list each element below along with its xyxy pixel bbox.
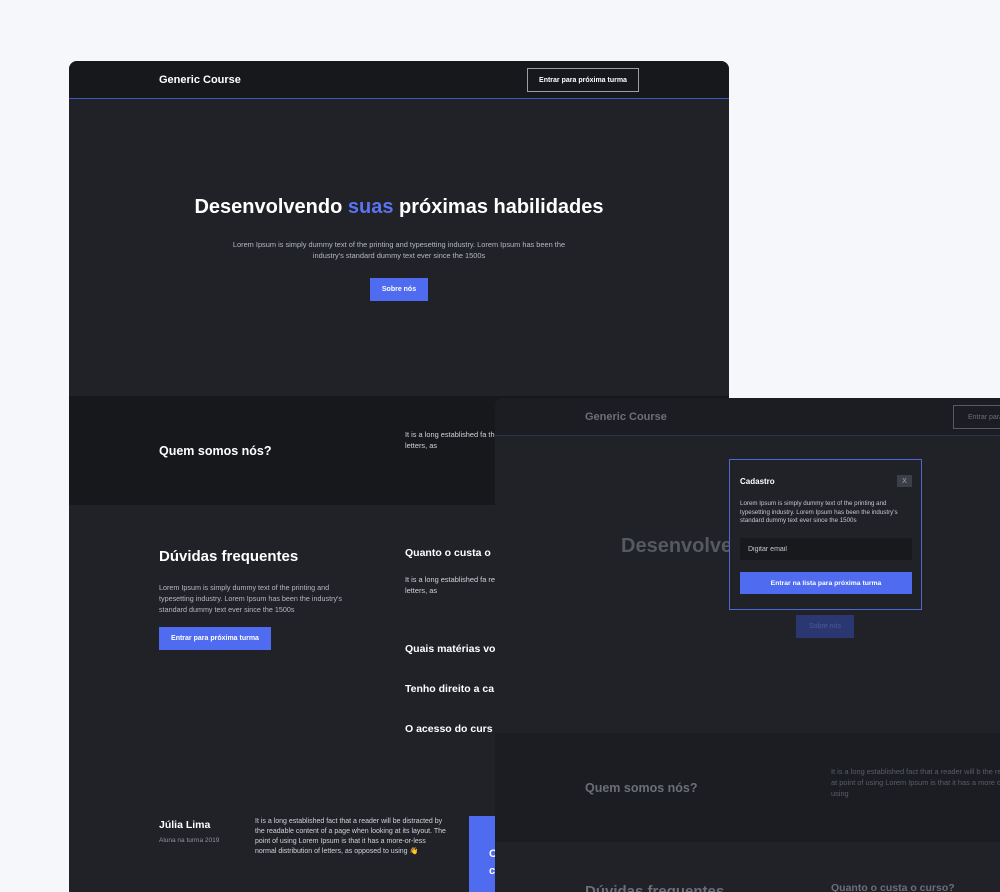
close-icon[interactable]: X <box>897 475 912 487</box>
about-text: It is a long established fact that a rea… <box>831 767 1000 798</box>
hero-section: Desenvolvendo suas próximas habilidades … <box>69 99 729 396</box>
hero-description: Lorem Ipsum is simply dummy text of the … <box>232 240 566 260</box>
testimonial-text: It is a long established fact that a rea… <box>255 818 446 855</box>
modal-description: Lorem Ipsum is simply dummy text of the … <box>740 500 898 524</box>
about-title: Quem somos nós? <box>585 781 698 795</box>
brand-logo[interactable]: Generic Course <box>159 74 241 86</box>
site-header: Generic Course Entrar para próxima turma <box>69 61 729 99</box>
signup-modal: Cadastro X Lorem Ipsum is simply dummy t… <box>729 459 922 610</box>
modal-title: Cadastro <box>740 477 775 486</box>
site-header: Generic Course Entrar para <box>495 398 1000 436</box>
hero-title: Desenvolvendo suas próximas habilidades <box>69 196 729 219</box>
faq-question[interactable]: O acesso do curs <box>405 723 493 735</box>
hero-title-accent: suas <box>347 196 394 218</box>
faq-title: Dúvidas frequentes <box>585 883 725 892</box>
landing-page-modal-screen: Generic Course Entrar para Desenvolve ha… <box>495 398 1000 892</box>
about-us-button[interactable]: Sobre nós <box>370 278 428 301</box>
faq-question: Quanto o custa o curso? <box>831 882 955 892</box>
testimonial-name: Júlia Lima <box>159 819 211 831</box>
hero-title-pre: Desenvolvendo <box>194 196 348 218</box>
header-cta-button[interactable]: Entrar para próxima turma <box>527 68 639 92</box>
faq-title: Dúvidas frequentes <box>159 548 299 565</box>
testimonial-role: Aluna na turma 2019 <box>159 837 220 844</box>
faq-question[interactable]: Quanto o custa o <box>405 547 491 559</box>
faq-cta-button[interactable]: Entrar para próxima turma <box>159 627 271 650</box>
about-title: Quem somos nós? <box>159 444 272 458</box>
about-section: Quem somos nós? It is a long established… <box>495 733 1000 842</box>
hero-title-post: próximas habilidades <box>393 196 604 218</box>
header-cta-button: Entrar para <box>953 405 1000 429</box>
faq-question[interactable]: Tenho direito a ca <box>405 683 494 695</box>
brand-logo: Generic Course <box>585 411 667 423</box>
faq-question[interactable]: Quais matérias vo <box>405 643 495 655</box>
faq-description: Lorem Ipsum is simply dummy text of the … <box>159 583 343 614</box>
email-field[interactable] <box>740 538 912 560</box>
join-list-button[interactable]: Entrar na lista para próxima turma <box>740 572 912 594</box>
about-us-button: Sobre nós <box>796 615 854 638</box>
